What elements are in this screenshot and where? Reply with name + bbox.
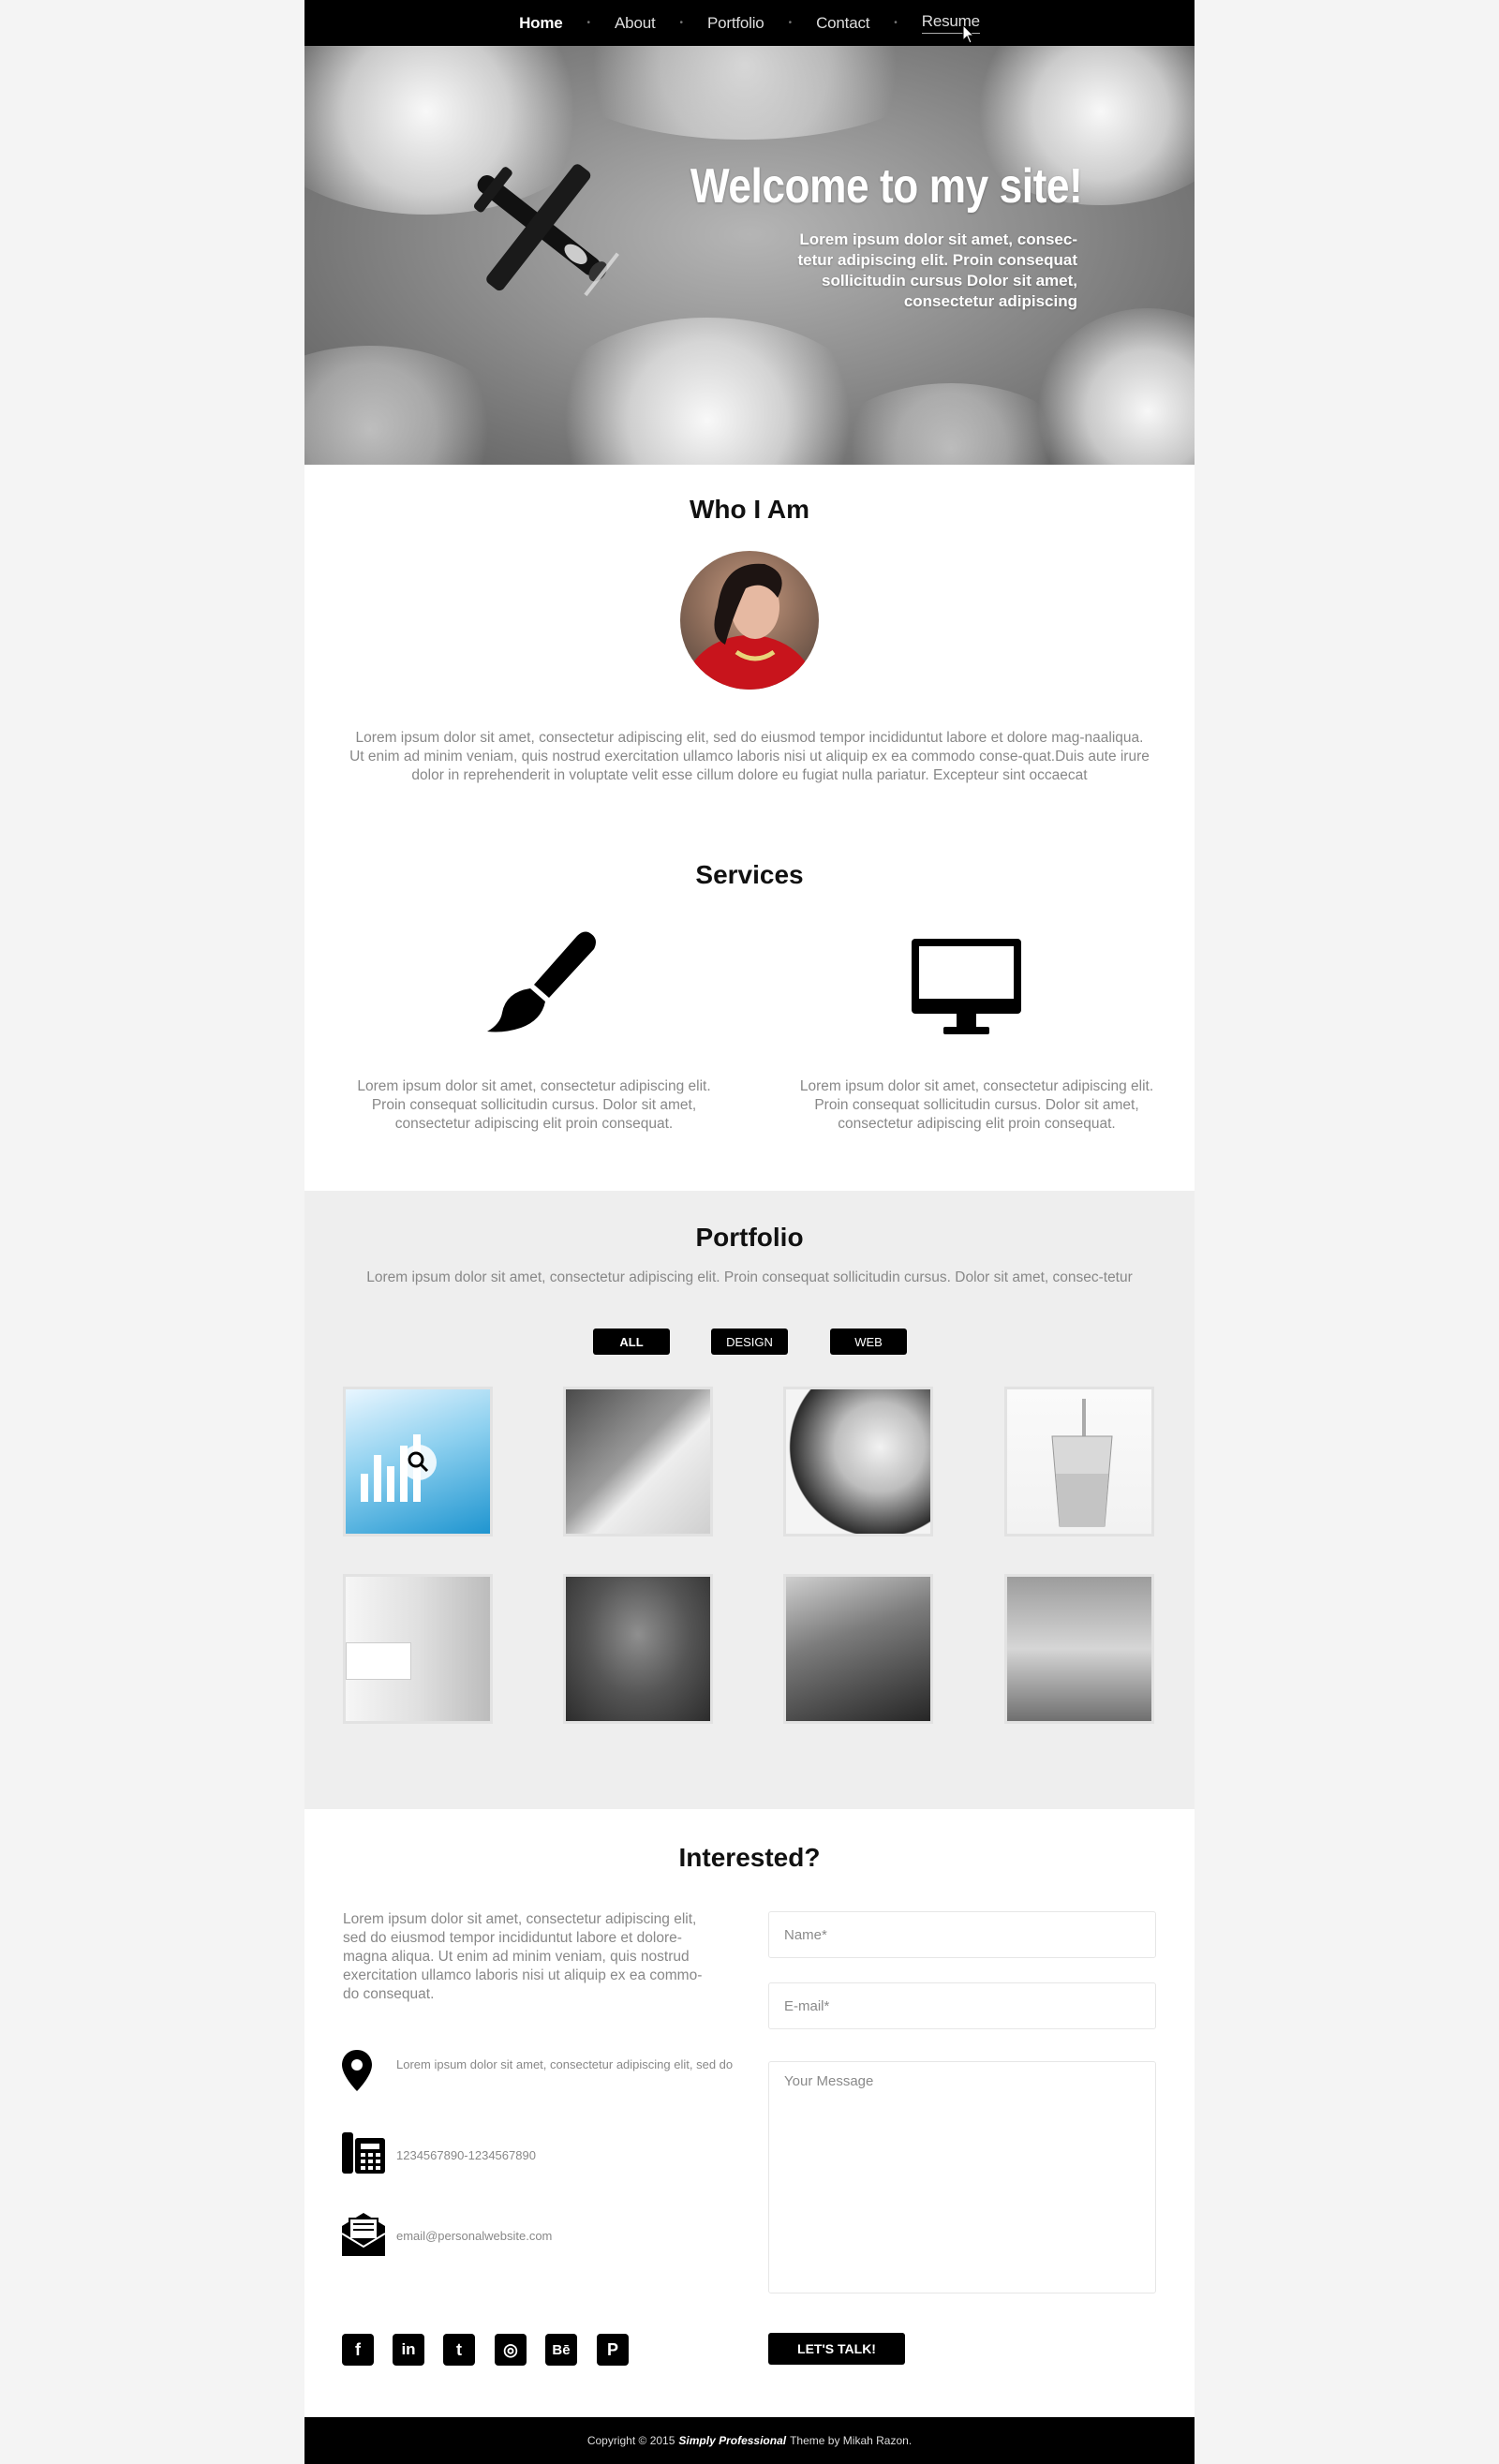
portfolio-item-notebook[interactable] <box>563 1387 713 1536</box>
name-field-wrapper <box>768 1911 1156 1958</box>
filter-design-button[interactable]: DESIGN <box>711 1328 788 1355</box>
portfolio-title: Portfolio <box>695 1223 804 1252</box>
pinterest-icon[interactable]: P <box>597 2334 629 2366</box>
filter-web-button[interactable]: WEB <box>830 1328 907 1355</box>
lets-talk-button[interactable]: LET'S TALK! <box>768 2333 905 2365</box>
nav-home[interactable]: Home <box>519 14 563 33</box>
portfolio-item-shopping[interactable] <box>1004 1574 1154 1724</box>
contact-address: Lorem ipsum dolor sit amet, consectetur … <box>396 2057 734 2071</box>
contact-phone: 1234567890-1234567890 <box>396 2148 536 2162</box>
behance-icon[interactable]: Bē <box>545 2334 577 2366</box>
portfolio-item-driver[interactable] <box>783 1574 933 1724</box>
footer-copyright: Copyright © 2015 <box>586 2434 675 2447</box>
location-pin-icon <box>342 2050 372 2091</box>
portfolio-text: Lorem ipsum dolor sit amet, consectetur … <box>366 1269 1133 1285</box>
portfolio-item-card[interactable] <box>343 1574 493 1724</box>
email-input[interactable] <box>769 1983 1155 2028</box>
nav-contact[interactable]: Contact <box>816 14 869 33</box>
nav-separator: • <box>586 18 591 28</box>
monitor-icon <box>912 939 1021 1034</box>
dribbble-icon[interactable]: ◎ <box>495 2334 527 2366</box>
footer-credit: Theme by Mikah Razon. <box>790 2434 913 2447</box>
envelope-icon <box>341 2213 386 2256</box>
linkedin-icon[interactable]: in <box>393 2334 424 2366</box>
contact-text: Lorem ipsum dolor sit amet, consectetur … <box>343 1911 703 2002</box>
name-input[interactable] <box>769 1912 1155 1957</box>
message-textarea[interactable] <box>769 2062 1155 2293</box>
about-title: Who I Am <box>689 495 810 524</box>
message-field-wrapper <box>768 2061 1156 2293</box>
portfolio-item-hair[interactable] <box>783 1387 933 1536</box>
magnifier-icon <box>401 1445 437 1480</box>
footer: Copyright © 2015 Simply Professional The… <box>304 2417 1195 2464</box>
email-field-wrapper <box>768 1982 1156 2029</box>
hero-banner: Welcome to my site! Lorem ipsum dolor si… <box>304 46 1195 465</box>
about-text: Lorem ipsum dolor sit amet, consectetur … <box>349 730 1150 783</box>
footer-theme-name: Simply Professional <box>678 2434 787 2447</box>
page: Home • About • Portfolio • Contact • Res… <box>304 0 1195 2464</box>
portfolio-item-chart[interactable] <box>343 1387 493 1536</box>
mouse-cursor-icon <box>962 24 975 44</box>
twitter-icon[interactable]: t <box>443 2334 475 2366</box>
hero-title: Welcome to my site! <box>690 159 1082 214</box>
contact-email: email@personalwebsite.com <box>396 2229 553 2243</box>
portfolio-item-water[interactable] <box>1004 1387 1154 1536</box>
airplane-icon <box>473 164 619 297</box>
nav-separator: • <box>679 18 683 28</box>
top-navigation: Home • About • Portfolio • Contact • Res… <box>304 0 1195 46</box>
nav-separator: • <box>788 18 793 28</box>
nav-about[interactable]: About <box>615 14 656 33</box>
services-title: Services <box>695 860 804 889</box>
nav-portfolio[interactable]: Portfolio <box>707 14 764 33</box>
contact-title: Interested? <box>678 1843 821 1872</box>
service-design-text: Lorem ipsum dolor sit amet, consectetur … <box>357 1078 711 1132</box>
portfolio-item-relax[interactable] <box>563 1574 713 1724</box>
telephone-icon <box>342 2132 385 2174</box>
paintbrush-icon <box>487 931 596 1032</box>
service-web-text: Lorem ipsum dolor sit amet, consectetur … <box>799 1078 1154 1132</box>
facebook-icon[interactable]: f <box>342 2334 374 2366</box>
filter-all-button[interactable]: ALL <box>593 1328 670 1355</box>
nav-separator: • <box>894 18 898 28</box>
hero-text: Lorem ipsum dolor sit amet, consec-tetur… <box>797 230 1078 310</box>
avatar <box>680 551 819 690</box>
